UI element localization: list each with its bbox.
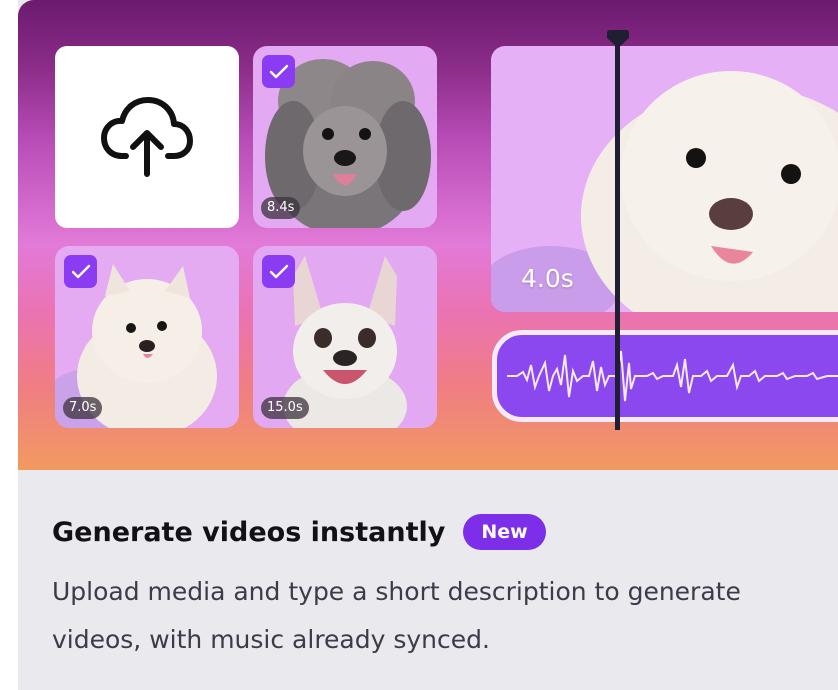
card-body: Generate videos instantly New Upload med… [18, 470, 838, 690]
checkmark-icon [269, 64, 288, 78]
hero-illustration: 8.4s 7.0s 15.0s 4.0s [18, 0, 838, 470]
duration-badge: 8.4s [261, 197, 301, 219]
feature-card[interactable]: 8.4s 7.0s 15.0s 4.0s Generate videos ins… [18, 0, 838, 690]
checkmark-icon [269, 264, 288, 278]
selected-checkbox[interactable] [64, 255, 97, 288]
selected-checkbox[interactable] [262, 55, 295, 88]
media-tile-poodle[interactable]: 8.4s [253, 46, 437, 228]
checkmark-icon [71, 264, 90, 278]
preview-duration: 4.0s [521, 264, 574, 293]
selected-checkbox[interactable] [262, 255, 295, 288]
duration-badge: 15.0s [261, 397, 309, 419]
playhead-handle-icon[interactable] [607, 30, 629, 48]
audio-waveform [507, 350, 838, 402]
new-badge: New [463, 514, 546, 550]
card-description: Upload media and type a short descriptio… [52, 577, 741, 654]
media-tile-pomeranian[interactable]: 7.0s [55, 246, 239, 428]
media-tile-bulldog[interactable]: 15.0s [253, 246, 437, 428]
upload-tile[interactable] [55, 46, 239, 228]
card-title: Generate videos instantly [52, 516, 446, 548]
playhead-line[interactable] [615, 40, 620, 430]
cloud-upload-icon [101, 97, 193, 177]
duration-badge: 7.0s [63, 397, 103, 419]
title-row: Generate videos instantly New [52, 514, 546, 550]
audio-track[interactable] [492, 330, 838, 422]
video-preview[interactable]: 4.0s [491, 46, 838, 312]
